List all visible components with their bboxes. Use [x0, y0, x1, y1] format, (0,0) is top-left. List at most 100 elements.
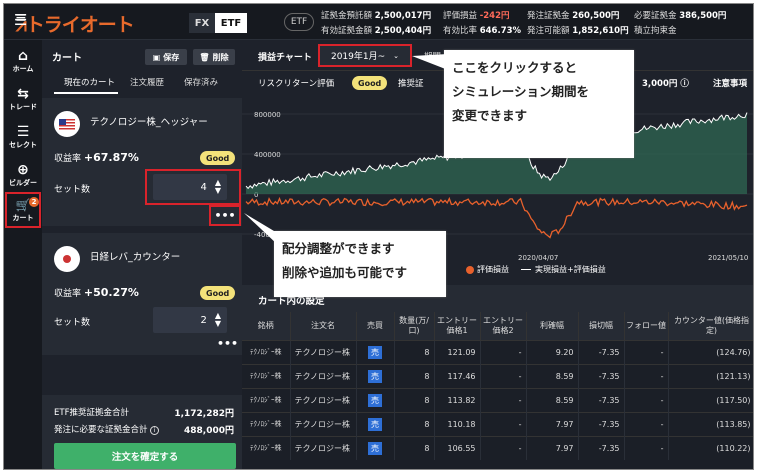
nav-trade[interactable]: ⇆ トレード — [4, 80, 42, 118]
sets-stepper[interactable]: 4 ▲ ▼ — [153, 174, 227, 200]
more-options-icon[interactable]: ••• — [217, 337, 238, 350]
cell-counter: (117.50) — [668, 387, 753, 412]
confirm-order-button[interactable]: 注文を確定する — [54, 443, 236, 469]
tab-current-cart[interactable]: 現在のカート — [64, 76, 115, 88]
legend-line-icon — [521, 269, 531, 270]
legend-dot-icon — [466, 265, 474, 274]
y-tick-label: 400000 — [254, 151, 281, 159]
save-icon: ▣ — [152, 52, 161, 62]
rating-badge: Good — [200, 151, 236, 165]
item-name: テクノロジー株_ヘッジャー — [90, 117, 208, 128]
callout-pointer — [412, 54, 448, 70]
sets-label: セット数 — [54, 318, 91, 328]
cell-sl: -7.35 — [578, 411, 625, 436]
cell-side: 売 — [356, 387, 395, 412]
cart-item-nikkei[interactable]: 日経レバ_カウンター 収益率 +50.27% Good セット数 2 ▲ ▼ ••… — [42, 233, 242, 355]
rating-badge: Good — [200, 286, 236, 300]
table-row[interactable]: ﾃｸﾉﾛｼﾞｰ株 テクノロジー株売 8 106.55-7.97 -7.35- (110.2… — [242, 435, 753, 460]
sell-badge: 売 — [368, 417, 382, 431]
period-dropdown[interactable]: 2019年1月~ ⌄ — [318, 44, 412, 67]
recommended-margin-value: 1,172,282円 — [174, 409, 234, 419]
info-icon[interactable]: i — [150, 426, 160, 435]
info-icon[interactable]: ⓘ — [680, 79, 689, 89]
sell-badge: 売 — [368, 369, 382, 383]
column-header: 銘柄 — [242, 312, 291, 340]
sell-badge: 売 — [368, 345, 382, 359]
cell-sl: -7.35 — [578, 387, 625, 412]
cell-e1: 106.55 — [434, 435, 481, 460]
stepper-arrows-icon[interactable]: ▲ ▼ — [215, 179, 221, 195]
stat-unrealized: 評価損益 -242円 — [443, 11, 510, 21]
cell-tp: 7.97 — [526, 435, 579, 460]
table-row[interactable]: ﾃｸﾉﾛｼﾞｰ株 テクノロジー株売 8 117.46-8.59 -7.35- (121.1… — [242, 363, 753, 388]
cell-counter: (113.85) — [668, 411, 753, 436]
cell-side: 売 — [356, 411, 395, 436]
nav-home[interactable]: ⌂ ホーム — [4, 42, 42, 80]
stat-effective-margin: 有効証拠金額 2,500,404円 — [321, 26, 432, 36]
callout-pointer — [244, 213, 278, 245]
cell-side: 売 — [356, 339, 395, 364]
recommended-margin-label: ETF推奨証拠金合計 — [54, 408, 129, 418]
fx-toggle-button[interactable]: FX — [189, 13, 215, 33]
cell-order: テクノロジー株 — [290, 411, 357, 436]
legend-unrealized: 評価損益 — [477, 265, 509, 274]
cell-ticker: ﾃｸﾉﾛｼﾞｰ株 — [242, 363, 291, 388]
delete-button[interactable]: 🗑 削除 — [193, 49, 235, 65]
cell-tp: 8.59 — [526, 363, 579, 388]
nav-select[interactable]: ☰ セレクト — [4, 118, 42, 156]
table-row[interactable]: ﾃｸﾉﾛｼﾞｰ株 テクノロジー株売 8 113.82-8.59 -7.35- (117.5… — [242, 387, 753, 412]
adjust-callout: 配分調整ができます 削除や追加も可能です — [274, 231, 446, 297]
x-tick-label: 2021/05/10 — [708, 254, 748, 262]
sets-stepper[interactable]: 2 ▲ ▼ — [153, 307, 227, 333]
settings-table: 銘柄 注文名 売買 数量(万/口) エントリー価格1 エントリー価格2 利確幅 損切幅 フォロー… — [242, 312, 753, 469]
recommend-label: 推奨証 — [398, 79, 424, 89]
period-callout: ここをクリックすると シミュレーション期間を 変更できます — [444, 50, 634, 158]
stat-orderable: 発注可能額 1,852,610円 — [527, 26, 629, 36]
cell-follow: - — [624, 387, 669, 412]
legend-total: 実現損益+評価損益 — [535, 265, 606, 274]
column-header: 数量(万/口) — [394, 312, 435, 340]
home-icon: ⌂ — [17, 47, 29, 64]
cart-count-badge: 2 — [29, 197, 39, 207]
cell-e2: - — [480, 387, 527, 412]
column-header: カウンター値(価格指定) — [668, 312, 753, 340]
tab-order-history[interactable]: 注文履歴 — [130, 76, 164, 88]
column-header: 注文名 — [290, 312, 357, 340]
cell-qty: 8 — [394, 363, 435, 388]
cell-ticker: ﾃｸﾉﾛｼﾞｰ株 — [242, 435, 291, 460]
cart-item-tech[interactable]: テクノロジー株_ヘッジャー 収益率 +67.87% Good セット数 4 ▲ ▼… — [42, 98, 242, 226]
cell-tp: 7.97 — [526, 411, 579, 436]
table-row[interactable]: ﾃｸﾉﾛｼﾞｰ株 テクノロジー株売 8 121.09-9.20 -7.35- (124.7… — [242, 339, 753, 364]
save-button[interactable]: ▣ 保存 — [145, 49, 187, 65]
cell-qty: 8 — [394, 411, 435, 436]
nav-cart[interactable]: 🛒 カート 2 — [5, 192, 41, 228]
stat-deposit: 証拠金預託額 2,500,017円 — [321, 11, 432, 21]
recommend-value: 3,000円 ⓘ — [642, 79, 689, 89]
return-label: 収益率 +67.87% — [54, 151, 139, 164]
cell-follow: - — [624, 435, 669, 460]
cell-order: テクノロジー株 — [290, 363, 357, 388]
y-tick-label: 800000 — [254, 111, 281, 119]
column-header: 損切幅 — [578, 312, 625, 340]
stepper-arrows-icon[interactable]: ▲ ▼ — [215, 312, 221, 328]
etf-toggle-button[interactable]: ETF — [215, 13, 247, 33]
nav-builder[interactable]: ⊕ ビルダー — [4, 156, 42, 194]
cart-summary: ETF推奨証拠金合計 1,172,282円 発注に必要な証拠金合計 i 488,… — [42, 395, 242, 469]
cell-e1: 121.09 — [434, 339, 481, 364]
cell-follow: - — [624, 363, 669, 388]
notes-link[interactable]: 注意事項 — [713, 77, 747, 89]
required-margin-label: 発注に必要な証拠金合計 i — [54, 423, 160, 435]
cell-e1: 110.18 — [434, 411, 481, 436]
select-icon: ☰ — [16, 123, 30, 140]
table-row[interactable]: ﾃｸﾉﾛｼﾞｰ株 テクノロジー株売 8 110.18-7.97 -7.35- (113.8… — [242, 411, 753, 436]
cell-follow: - — [624, 339, 669, 364]
column-header: 売買 — [356, 312, 395, 340]
menu-icon[interactable]: ☰ — [14, 13, 27, 28]
logo[interactable]: ⩘トライオート — [16, 10, 135, 37]
cell-e2: - — [480, 411, 527, 436]
cell-side: 売 — [356, 363, 395, 388]
table-header: 銘柄 注文名 売買 数量(万/口) エントリー価格1 エントリー価格2 利確幅 損切幅 フォロー… — [242, 312, 753, 340]
tab-saved[interactable]: 保存済み — [184, 76, 218, 88]
cell-e2: - — [480, 363, 527, 388]
column-header: エントリー価格2 — [480, 312, 527, 340]
